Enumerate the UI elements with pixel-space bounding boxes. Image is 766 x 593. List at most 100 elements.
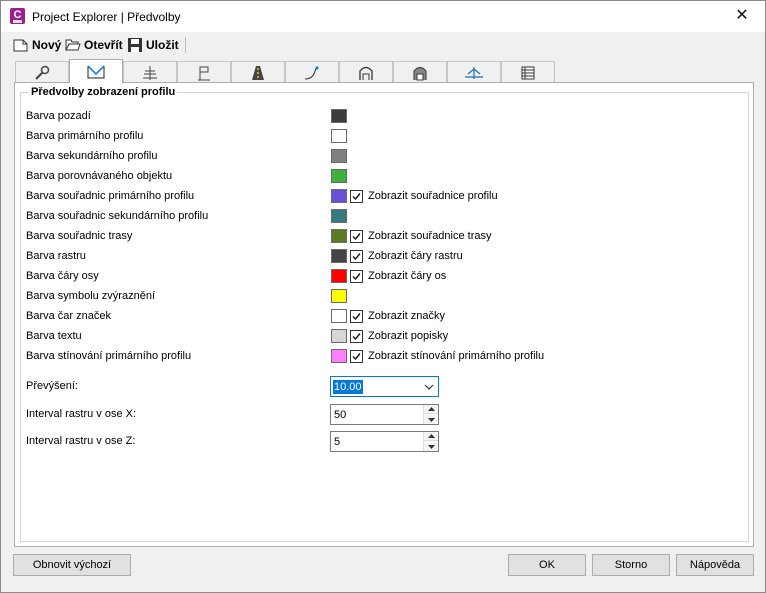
group-title: Předvolby zobrazení profilu [29,86,178,98]
color-swatch[interactable] [331,109,347,123]
open-button[interactable]: Otevřít [65,35,123,55]
grid-x-value: 50 [334,409,347,421]
chevron-down-icon [424,384,434,390]
checkmark-icon [352,233,361,241]
tab-terrain[interactable] [447,61,501,83]
toolbar: Nový Otevřít Uložit [1,32,765,58]
tab-flag[interactable] [177,61,231,83]
setting-label: Barva porovnávaného objektu [26,170,173,182]
profile-icon [87,64,105,78]
show-checkbox[interactable] [350,190,363,203]
tab-profile[interactable] [69,59,123,83]
terrain-icon [465,66,483,79]
setting-label: Barva primárního profilu [26,130,144,142]
tab-tunnel[interactable] [339,61,393,83]
setting-label: Barva čar značek [26,310,111,322]
color-swatch[interactable] [331,349,347,363]
help-button[interactable]: Nápověda [676,554,754,576]
chevron-up-icon [427,434,435,438]
open-label: Otevřít [84,38,123,52]
exaggeration-label: Převýšení: [26,380,78,392]
cancel-button[interactable]: Storno [592,554,670,576]
grid-x-label: Interval rastru v ose X: [26,408,137,420]
checkbox-label: Zobrazit čáry rastru [368,250,463,262]
spin-down-button[interactable] [424,415,438,424]
exaggeration-value: 10.00 [333,380,363,394]
color-swatch[interactable] [331,229,347,243]
tab-tunnel-shaded[interactable] [393,61,447,83]
setting-label: Barva symbolu zvýraznění [26,290,155,302]
table-icon [521,66,535,79]
folder-icon [65,39,81,51]
color-swatch[interactable] [331,209,347,223]
alignment-curve-icon [304,66,319,79]
checkmark-icon [352,353,361,361]
grid-z-stepper[interactable]: 5 [330,431,439,452]
save-label: Uložit [146,38,179,52]
show-checkbox[interactable] [350,330,363,343]
checkmark-icon [352,273,361,281]
tab-panel: Předvolby zobrazení profilu Barva pozadí… [14,82,754,547]
show-checkbox[interactable] [350,350,363,363]
road-icon [252,65,264,80]
chevron-down-icon [427,417,435,422]
tunnel-icon [359,66,373,80]
new-label: Nový [32,38,62,52]
color-swatch[interactable] [331,129,347,143]
tab-general[interactable] [15,61,69,83]
preferences-dialog: C Project Explorer | Předvolby ✕ Nový Ot… [0,0,766,593]
save-button[interactable]: Uložit [127,35,179,55]
checkbox-label: Zobrazit čáry os [368,270,447,282]
new-button[interactable]: Nový [13,35,61,55]
tunnel-shaded-icon [413,66,427,80]
spin-down-button[interactable] [424,442,438,451]
setting-label: Barva souřadnic primárního profilu [26,190,195,202]
color-swatch[interactable] [331,309,347,323]
checkmark-icon [352,313,361,321]
show-checkbox[interactable] [350,310,363,323]
app-icon: C [10,8,25,24]
tab-road[interactable] [231,61,285,83]
tab-alignment[interactable] [285,61,339,83]
ok-button[interactable]: OK [508,554,586,576]
new-file-icon [13,39,28,52]
close-button[interactable]: ✕ [719,1,765,32]
setting-label: Barva rastru [26,250,86,262]
color-swatch[interactable] [331,149,347,163]
show-checkbox[interactable] [350,250,363,263]
exaggeration-combo[interactable]: 10.00 [330,376,439,397]
color-swatch[interactable] [331,269,347,283]
toolbar-separator [185,37,186,53]
reset-defaults-button[interactable]: Obnovit výchozí [13,554,131,576]
spin-up-button[interactable] [424,405,438,414]
show-checkbox[interactable] [350,230,363,243]
show-checkbox[interactable] [350,270,363,283]
tab-cross-section[interactable] [123,61,177,83]
color-swatch[interactable] [331,289,347,303]
setting-label: Barva souřadnic sekundárního profilu [26,210,209,222]
window-title: Project Explorer | Předvolby [32,10,181,24]
setting-label: Barva stínování primárního profilu [26,350,192,362]
grid-x-stepper[interactable]: 50 [330,404,439,425]
grid-z-spin-buttons [423,432,438,451]
color-swatch[interactable] [331,249,347,263]
setting-label: Barva souřadnic trasy [26,230,133,242]
color-swatch[interactable] [331,189,347,203]
checkbox-label: Zobrazit souřadnice trasy [368,230,492,242]
grid-x-spin-buttons [423,405,438,424]
setting-label: Barva pozadí [26,110,91,122]
chevron-up-icon [427,407,435,411]
color-swatch[interactable] [331,329,347,343]
setting-label: Barva textu [26,330,82,342]
grid-z-value: 5 [334,436,341,448]
checkmark-icon [352,193,361,201]
spin-up-button[interactable] [424,432,438,441]
wrench-icon [35,65,50,80]
color-swatch[interactable] [331,169,347,183]
checkbox-label: Zobrazit souřadnice profilu [368,190,498,202]
checkbox-label: Zobrazit popisky [368,330,449,342]
tab-table[interactable] [501,61,555,83]
floppy-disk-icon [128,38,142,52]
grid-z-label: Interval rastru v ose Z: [26,435,136,447]
close-icon: ✕ [735,7,749,24]
